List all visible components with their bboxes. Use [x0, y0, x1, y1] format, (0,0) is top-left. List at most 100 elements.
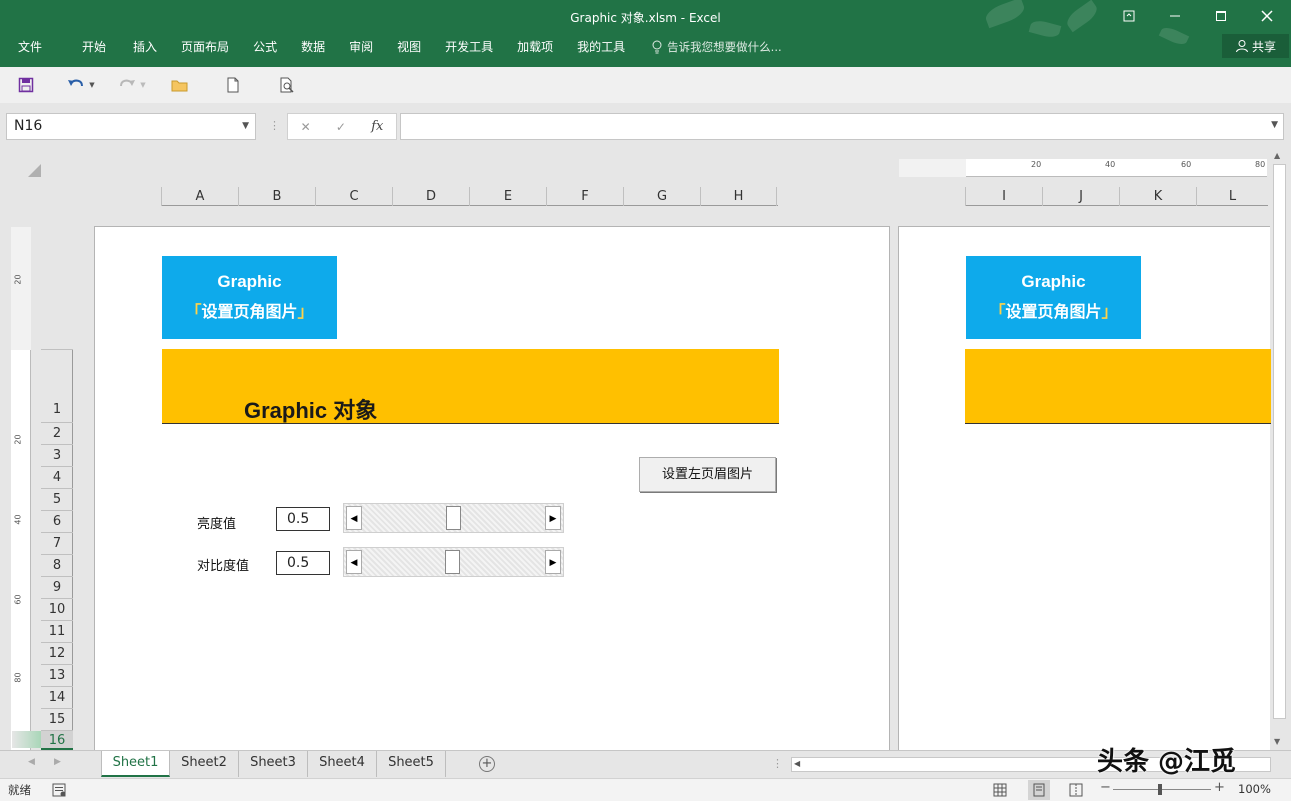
header-banner-image[interactable]: Graphic 「设置页角图片」	[162, 256, 337, 339]
confirm-entry-icon[interactable]: ✓	[336, 120, 346, 134]
column-header[interactable]: D	[392, 187, 469, 206]
tab-page-layout[interactable]: 页面布局	[169, 36, 241, 58]
expand-formula-bar-icon[interactable]: ▼	[1271, 120, 1278, 130]
cancel-entry-icon[interactable]: ✕	[301, 120, 311, 134]
tab-my-tools[interactable]: 我的工具	[565, 36, 637, 58]
share-button[interactable]: 共享	[1222, 34, 1289, 58]
name-box-dropdown-icon[interactable]: ▼	[242, 114, 249, 139]
scroll-up-icon[interactable]: ▲	[1274, 151, 1280, 160]
column-header[interactable]: C	[315, 187, 392, 206]
select-all-corner[interactable]	[28, 164, 41, 177]
tell-me-box[interactable]: 告诉我您想要做什么...	[651, 39, 782, 55]
maximize-icon[interactable]	[1198, 4, 1244, 28]
row-header-selected[interactable]: 16	[12, 730, 73, 750]
zoom-in-icon[interactable]: +	[1214, 780, 1225, 795]
undo-icon[interactable]	[65, 75, 87, 95]
row-header[interactable]: 14	[41, 686, 73, 708]
column-header[interactable]: K	[1119, 187, 1196, 206]
scroll-down-icon[interactable]: ▼	[1274, 737, 1280, 746]
brightness-scrollbar[interactable]: ◀ ▶	[343, 503, 564, 533]
column-header[interactable]: G	[623, 187, 700, 206]
zoom-level[interactable]: 100%	[1238, 782, 1271, 796]
new-document-icon[interactable]	[222, 75, 244, 95]
vertical-scroll-track[interactable]	[1273, 164, 1286, 719]
row-header[interactable]: 6	[41, 510, 73, 532]
contrast-slider-thumb[interactable]	[445, 550, 460, 574]
vertical-scrollbar[interactable]: ▲ ▼	[1271, 149, 1288, 750]
row-header[interactable]: 4	[41, 466, 73, 488]
scroll-left-icon[interactable]: ◀	[346, 506, 362, 530]
set-left-header-image-button[interactable]: 设置左页眉图片	[639, 457, 776, 492]
formula-input[interactable]: ▼	[400, 113, 1284, 140]
tab-add-ins[interactable]: 加载项	[505, 36, 565, 58]
sheet-tab-active[interactable]: Sheet1	[101, 751, 170, 777]
row-header[interactable]: 10	[41, 598, 73, 620]
sheet-tab[interactable]: Sheet5	[377, 751, 446, 777]
zoom-out-icon[interactable]: −	[1100, 780, 1111, 795]
tab-formulas[interactable]: 公式	[241, 36, 289, 58]
row-header[interactable]: 12	[41, 642, 73, 664]
sheet-tab[interactable]: Sheet4	[308, 751, 377, 777]
zoom-slider[interactable]	[1113, 789, 1211, 790]
tab-file[interactable]: 文件	[0, 36, 54, 58]
tab-splitter-icon[interactable]: ⋮	[772, 757, 783, 770]
row-header[interactable]: 3	[41, 444, 73, 466]
redo-icon[interactable]	[116, 75, 138, 95]
normal-view-icon[interactable]	[993, 783, 1007, 797]
column-header[interactable]: A	[161, 187, 238, 206]
row-header[interactable]: 7	[41, 532, 73, 554]
save-icon[interactable]	[15, 75, 37, 95]
redo-dropdown-icon[interactable]: ▼	[137, 75, 149, 95]
contrast-value-box[interactable]: 0.5	[276, 551, 330, 575]
column-header[interactable]: E	[469, 187, 546, 206]
open-folder-icon[interactable]	[169, 75, 191, 95]
next-sheet-icon[interactable]: ▶	[54, 757, 61, 767]
brightness-value-box[interactable]: 0.5	[276, 507, 330, 531]
tab-view[interactable]: 视图	[385, 36, 433, 58]
brightness-slider-thumb[interactable]	[446, 506, 461, 530]
scroll-left-icon[interactable]: ◀	[794, 759, 800, 768]
sheet-tab[interactable]: Sheet2	[170, 751, 239, 777]
row-header[interactable]: 5	[41, 488, 73, 510]
minimize-icon[interactable]	[1152, 4, 1198, 28]
lightbulb-icon	[652, 40, 662, 54]
tab-review[interactable]: 审阅	[337, 36, 385, 58]
column-header[interactable]: F	[546, 187, 623, 206]
row-header[interactable]: 2	[41, 422, 73, 444]
column-header[interactable]: H	[700, 187, 777, 206]
row-header[interactable]: 9	[41, 576, 73, 598]
page-break-view-icon[interactable]	[1069, 783, 1083, 797]
tab-insert[interactable]: 插入	[121, 36, 169, 58]
sheet-tab[interactable]: Sheet3	[239, 751, 308, 777]
row-header[interactable]: 11	[41, 620, 73, 642]
header-banner-image[interactable]: Graphic 「设置页角图片」	[966, 256, 1141, 339]
page-layout-view-button[interactable]	[1028, 780, 1050, 800]
undo-dropdown-icon[interactable]: ▼	[86, 75, 98, 95]
tab-home[interactable]: 开始	[54, 36, 121, 58]
zoom-slider-thumb[interactable]	[1158, 784, 1162, 795]
column-header[interactable]: J	[1042, 187, 1119, 206]
print-preview-icon[interactable]	[276, 75, 298, 95]
tab-developer[interactable]: 开发工具	[433, 36, 505, 58]
ribbon-display-options-icon[interactable]	[1106, 4, 1152, 28]
row-header[interactable]: 8	[41, 554, 73, 576]
prev-sheet-icon[interactable]: ◀	[28, 757, 35, 767]
column-header[interactable]: I	[965, 187, 1042, 206]
row-header[interactable]: 1	[41, 349, 73, 422]
scroll-right-icon[interactable]: ▶	[545, 506, 561, 530]
add-sheet-icon[interactable]: +	[479, 756, 495, 772]
scroll-left-icon[interactable]: ◀	[346, 550, 362, 574]
row-header[interactable]: 13	[41, 664, 73, 686]
column-header[interactable]: L	[1196, 187, 1268, 206]
row-header[interactable]: 15	[41, 708, 73, 730]
name-box[interactable]: N16 ▼	[6, 113, 256, 140]
formula-bar-grip-icon[interactable]: ⋮	[269, 119, 280, 132]
scroll-right-icon[interactable]: ▶	[545, 550, 561, 574]
column-header[interactable]: B	[238, 187, 315, 206]
insert-function-icon[interactable]: fx	[371, 119, 383, 134]
tab-data[interactable]: 数据	[289, 36, 337, 58]
banner-subtitle: 设置页角图片	[1005, 302, 1102, 321]
macro-record-icon[interactable]	[52, 783, 66, 797]
contrast-scrollbar[interactable]: ◀ ▶	[343, 547, 564, 577]
close-icon[interactable]	[1244, 4, 1290, 28]
